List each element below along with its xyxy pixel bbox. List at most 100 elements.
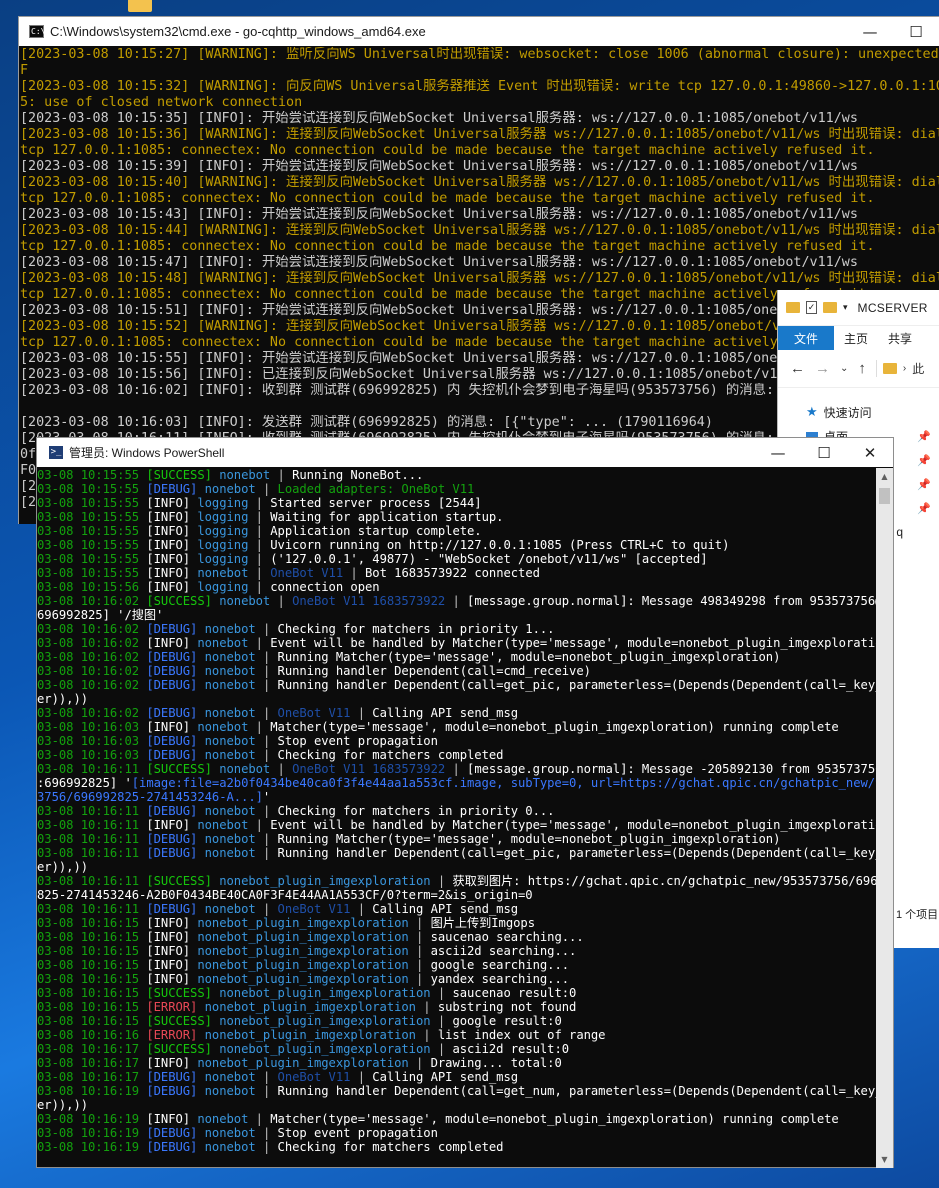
ps-log-segment: nonebot bbox=[190, 818, 249, 832]
ps-log-segment: [DEBUG] bbox=[146, 804, 198, 818]
properties-icon[interactable]: ✓ bbox=[806, 301, 817, 314]
ps-log-segment: | bbox=[270, 468, 293, 482]
up-arrow-icon[interactable]: ↑ bbox=[858, 360, 866, 377]
ps-log-segment: nonebot_plugin_imgexploration bbox=[211, 1042, 431, 1056]
cmd-minimize-button[interactable]: — bbox=[847, 17, 893, 46]
vertical-scrollbar[interactable]: ▲ ▼ bbox=[876, 468, 893, 1168]
ps-log-line: 03-08 10:16:11 [SUCCESS] nonebot_plugin_… bbox=[37, 874, 878, 888]
ps-log-segment: 03-08 10:16:02 bbox=[37, 650, 147, 664]
ps-log-segment: | bbox=[255, 1084, 278, 1098]
ps-log-segment: OneBot V11 1683573922 bbox=[292, 594, 446, 608]
ps-log-segment: | bbox=[415, 1028, 438, 1042]
ps-log-segment: 825-2741453246-A2B0F0434BE40CA0F3F4E44AA… bbox=[37, 888, 533, 902]
ps-log-segment: [INFO] bbox=[146, 916, 191, 930]
ps-log-line: 03-08 10:16:02 [INFO] nonebot | Event wi… bbox=[37, 636, 878, 650]
ps-log-line: 03-08 10:16:19 [DEBUG] nonebot | Stop ev… bbox=[37, 1126, 878, 1140]
scroll-down-icon[interactable]: ▼ bbox=[876, 1151, 893, 1168]
ps-log-segment: [SUCCESS] bbox=[146, 594, 212, 608]
ps-log-line: 03-08 10:16:11 [DEBUG] nonebot | Checkin… bbox=[37, 804, 878, 818]
ps-log-segment: [INFO] bbox=[146, 972, 191, 986]
ps-log-segment: nonebot bbox=[190, 720, 249, 734]
ps-log-line: 03-08 10:16:11 [DEBUG] nonebot | Running… bbox=[37, 846, 878, 860]
cmd-log-line: [2023-03-08 10:15:47] [INFO]: 开始尝试连接到反向W… bbox=[20, 255, 858, 270]
ps-log-line: 03-08 10:15:55 [INFO] logging | ('127.0.… bbox=[37, 552, 878, 566]
ps-maximize-button[interactable]: ☐ bbox=[801, 438, 847, 467]
pin-icon[interactable]: 📌 bbox=[917, 454, 931, 467]
ps-log-segment: | bbox=[343, 566, 366, 580]
ps-log-line: 03-08 10:16:02 [DEBUG] nonebot | Running… bbox=[37, 650, 878, 664]
ps-log-segment: 03-08 10:16:15 bbox=[37, 1000, 147, 1014]
ps-log-line: 03-08 10:16:02 [DEBUG] nonebot | OneBot … bbox=[37, 706, 878, 720]
ps-log-line: 03-08 10:16:15 [INFO] nonebot_plugin_img… bbox=[37, 944, 878, 958]
ps-log-line: 03-08 10:16:19 [DEBUG] nonebot | Running… bbox=[37, 1084, 878, 1098]
explorer-ribbon: 文件 主页 共享 bbox=[778, 326, 939, 350]
pin-icon[interactable]: 📌 bbox=[917, 430, 931, 443]
ps-log-segment: 03-08 10:16:11 bbox=[37, 902, 147, 916]
quick-access-dropdown-icon[interactable]: ▾ bbox=[843, 302, 848, 313]
explorer-titlebar[interactable]: ✓ ▾ MCSERVER bbox=[778, 290, 939, 326]
ps-log-segment: | bbox=[430, 1042, 453, 1056]
ps-log-segment: [INFO] bbox=[146, 496, 191, 510]
ps-log-segment: er)),)) bbox=[37, 860, 89, 874]
desktop-folder-icon[interactable] bbox=[128, 0, 152, 12]
pin-icon[interactable]: 📌 bbox=[917, 478, 931, 491]
ps-log-segment: [DEBUG] bbox=[146, 734, 198, 748]
scroll-thumb[interactable] bbox=[879, 488, 890, 504]
cmd-title: C:\Windows\system32\cmd.exe - go-cqhttp_… bbox=[50, 24, 426, 39]
folder-icon bbox=[786, 302, 800, 313]
ps-log-segment: 03-08 10:16:15 bbox=[37, 916, 147, 930]
powershell-console-output[interactable]: 03-08 10:15:55 [SUCCESS] nonebot | Runni… bbox=[37, 468, 878, 1168]
ps-close-button[interactable]: ✕ bbox=[847, 438, 893, 467]
ps-log-segment: | bbox=[248, 818, 271, 832]
ps-log-segment: 03-08 10:15:55 bbox=[37, 538, 147, 552]
new-folder-icon[interactable] bbox=[823, 302, 837, 313]
ps-log-line: 03-08 10:16:11 [DEBUG] nonebot | Running… bbox=[37, 832, 878, 846]
ps-log-segment: list index out of range bbox=[437, 1028, 606, 1042]
cmd-log-line: F bbox=[20, 63, 29, 78]
ps-log-segment: 03-08 10:16:03 bbox=[37, 734, 147, 748]
quick-access-item[interactable]: ★ 快速访问 bbox=[778, 400, 939, 424]
ps-log-segment: | bbox=[255, 846, 278, 860]
ribbon-tab-share[interactable]: 共享 bbox=[878, 326, 922, 350]
ribbon-tab-file[interactable]: 文件 bbox=[778, 326, 835, 350]
ps-log-segment: nonebot bbox=[197, 1070, 256, 1084]
ps-log-segment: Uvicorn running on http://127.0.0.1:1085… bbox=[270, 538, 730, 552]
ps-log-segment: 03-08 10:16:03 bbox=[37, 748, 147, 762]
ps-log-segment: Application startup complete. bbox=[270, 524, 482, 538]
ps-log-segment: nonebot_plugin_imgexploration bbox=[211, 986, 431, 1000]
ps-log-segment: [DEBUG] bbox=[146, 1140, 198, 1154]
powershell-titlebar[interactable]: >_ 管理员: Windows PowerShell — ☐ ✕ bbox=[37, 438, 893, 467]
ps-log-segment: nonebot_plugin_imgexploration bbox=[197, 1028, 416, 1042]
cmd-log-line: [2023-03-08 10:15:27] [WARNING]: 监听反向WS … bbox=[20, 47, 939, 62]
powershell-window[interactable]: >_ 管理员: Windows PowerShell — ☐ ✕ 03-08 1… bbox=[36, 437, 894, 1168]
ps-log-segment: | bbox=[255, 664, 278, 678]
ps-log-line: 03-08 10:16:15 [INFO] nonebot_plugin_img… bbox=[37, 972, 878, 986]
ps-log-segment: | bbox=[255, 650, 278, 664]
ps-log-segment: | bbox=[408, 958, 431, 972]
cmd-maximize-button[interactable]: ☐ bbox=[893, 17, 939, 46]
scroll-up-icon[interactable]: ▲ bbox=[876, 468, 893, 485]
ps-log-segment: Running handler Dependent(call=get_pic, … bbox=[277, 678, 878, 692]
forward-arrow-icon[interactable]: → bbox=[815, 360, 830, 377]
ps-log-segment: logging bbox=[190, 580, 249, 594]
ps-log-segment: 03-08 10:16:11 bbox=[37, 804, 147, 818]
ps-log-segment: 03-08 10:16:11 bbox=[37, 846, 147, 860]
ps-log-segment: | bbox=[445, 762, 468, 776]
ps-log-segment: OneBot V11 bbox=[277, 902, 351, 916]
recent-dropdown-icon[interactable]: ⌄ bbox=[840, 363, 848, 374]
quick-access-label: 快速访问 bbox=[823, 405, 872, 420]
address-bar[interactable]: › 此 bbox=[875, 360, 924, 377]
ps-log-segment: [DEBUG] bbox=[146, 1084, 198, 1098]
ps-minimize-button[interactable]: — bbox=[755, 438, 801, 467]
cmd-titlebar[interactable]: C:\ C:\Windows\system32\cmd.exe - go-cqh… bbox=[19, 17, 939, 46]
ps-log-segment: [DEBUG] bbox=[146, 832, 198, 846]
ps-log-segment: 03-08 10:15:56 bbox=[37, 580, 147, 594]
ps-log-segment: | bbox=[270, 762, 293, 776]
ps-log-segment: | bbox=[248, 566, 271, 580]
ps-log-segment: 03-08 10:16:11 bbox=[37, 762, 147, 776]
ps-log-line: er)),)) bbox=[37, 1098, 878, 1112]
ribbon-tab-home[interactable]: 主页 bbox=[834, 326, 878, 350]
back-arrow-icon[interactable]: ← bbox=[790, 360, 805, 377]
ps-log-segment: :696992825] ' bbox=[37, 776, 132, 790]
pin-icon[interactable]: 📌 bbox=[917, 502, 931, 515]
